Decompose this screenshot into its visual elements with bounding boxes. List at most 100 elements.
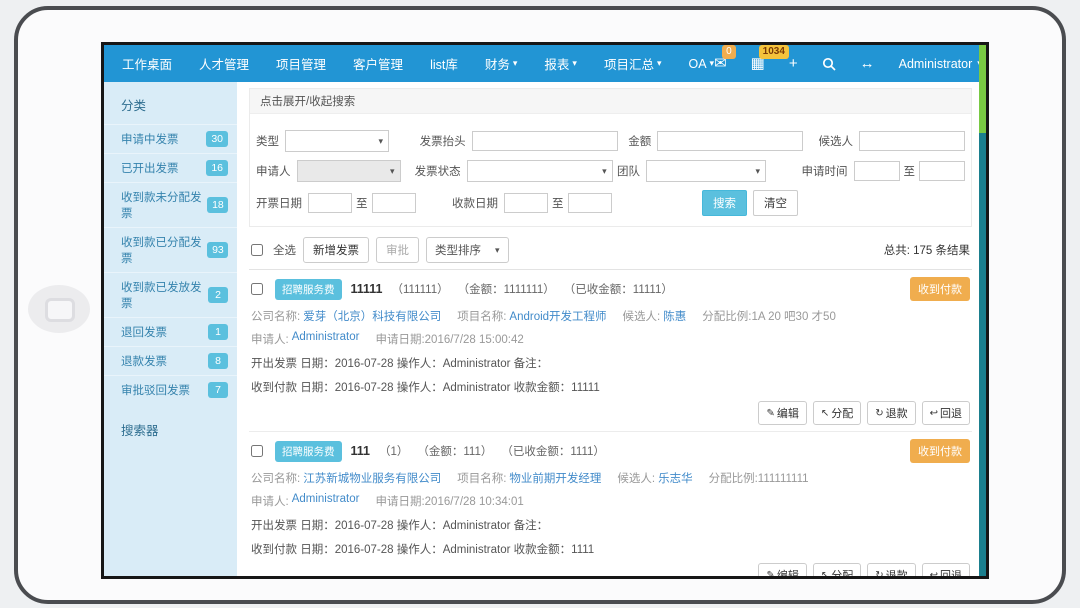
project-link[interactable]: Android开发工程师 [509, 308, 606, 324]
ratio-text: 分配比例:1A 20 吧30 才50 [702, 308, 836, 324]
sidebar-item-rejected[interactable]: 审批驳回发票7 [104, 375, 237, 404]
nav-item-project-summary[interactable]: 项目汇总▾ [604, 54, 662, 73]
apply-time-to-input[interactable] [919, 161, 965, 181]
candidate-link[interactable]: 乐志华 [658, 470, 693, 486]
plus-icon[interactable]: + [789, 56, 798, 71]
candidate-label: 候选人 [819, 133, 854, 149]
company-label: 公司名称: [251, 470, 300, 486]
approve-button[interactable]: 审批 [376, 237, 419, 263]
refund-button[interactable]: ↻退款 [867, 563, 915, 576]
search-toggle-bar[interactable]: 点击展开/收起搜索 [250, 89, 971, 114]
clear-button[interactable]: 清空 [753, 190, 798, 216]
sort-select[interactable]: 类型排序▾ [426, 237, 509, 263]
calculator-icon[interactable]: ▦1034 [751, 56, 765, 71]
apply-date: 申请日期:2016/7/28 10:34:01 [375, 493, 523, 509]
apply-time-from-input[interactable] [854, 161, 900, 181]
search-form: 类型▾ 发票抬头 金额 候选人 申请人▾ 发票状态▾ 团队▾ 申请时间至 [250, 114, 971, 226]
allocate-arrow-icon: ↖ [821, 408, 829, 419]
company-link[interactable]: 江苏新城物业服务有限公司 [303, 470, 441, 486]
row-checkbox[interactable] [251, 445, 263, 457]
nav-item-customer[interactable]: 客户管理 [353, 54, 403, 73]
new-invoice-button[interactable]: 新增发票 [303, 237, 369, 263]
rollback-button[interactable]: ↩回退 [922, 563, 970, 576]
nav-item-talent[interactable]: 人才管理 [199, 54, 249, 73]
invoice-received: （已收金额：11111） [564, 281, 673, 297]
amount-label: 金额 [628, 133, 651, 149]
edit-button[interactable]: ✎编辑 [758, 563, 806, 576]
nav-item-oa[interactable]: OA▾ [688, 57, 714, 71]
applicant-link[interactable]: Administrator [292, 493, 360, 509]
search-button[interactable]: 搜索 [702, 190, 747, 216]
team-select[interactable]: ▾ [646, 160, 766, 182]
invoice-card: 招聘服务费 11111 （111111） （金额：1111111） （已收金额：… [249, 270, 972, 432]
candidate-input[interactable] [859, 131, 965, 151]
user-menu[interactable]: Administrator▾ [899, 57, 982, 71]
company-label: 公司名称: [251, 308, 300, 324]
sidebar: 分类 申请中发票30 已开出发票16 收到款未分配发票18 收到款已分配发票93… [104, 82, 237, 576]
calculator-badge: 1034 [759, 45, 789, 59]
invoice-title-input[interactable] [472, 131, 618, 151]
ratio-text: 分配比例:111111111 [709, 470, 809, 486]
issue-date-from-input[interactable] [308, 193, 352, 213]
edit-button[interactable]: ✎编辑 [758, 401, 806, 425]
applicant-label: 申请人 [256, 163, 291, 179]
mail-icon[interactable]: ✉0 [714, 56, 727, 71]
issue-line: 开出发票 日期：2016-07-28 操作人：Administrator 备注： [251, 517, 970, 533]
receive-date-from-input[interactable] [504, 193, 548, 213]
apply-time-label: 申请时间 [802, 163, 848, 179]
nav-item-reports[interactable]: 报表▾ [544, 54, 577, 73]
nav-item-project[interactable]: 项目管理 [276, 54, 326, 73]
status-badge: 收到付款 [910, 277, 970, 301]
issue-date-label: 开票日期 [256, 195, 302, 211]
nav-item-finance[interactable]: 财务▾ [485, 54, 518, 73]
project-label: 项目名称: [457, 470, 506, 486]
company-link[interactable]: 爱芽（北京）科技有限公司 [303, 308, 441, 324]
search-icon[interactable] [822, 56, 836, 71]
project-label: 项目名称: [457, 308, 506, 324]
allocate-button[interactable]: ↖分配 [813, 563, 861, 576]
sidebar-item-received-distributed[interactable]: 收到款已发放发票2 [104, 272, 237, 317]
amount-input[interactable] [657, 131, 803, 151]
allocate-button[interactable]: ↖分配 [813, 401, 861, 425]
count-badge: 30 [206, 131, 228, 147]
candidate-label: 候选人: [623, 308, 661, 324]
sidebar-search-title: 搜索器 [104, 404, 237, 447]
invoice-amount: （金额：1111111） [458, 281, 555, 297]
to-label: 至 [904, 163, 916, 179]
count-badge: 7 [208, 382, 228, 398]
type-select[interactable]: ▾ [285, 130, 389, 152]
scrollbar-thumb[interactable] [979, 45, 986, 133]
sidebar-item-applying[interactable]: 申请中发票30 [104, 124, 237, 153]
sidebar-item-received-allocated[interactable]: 收到款已分配发票93 [104, 227, 237, 272]
scrollbar[interactable] [979, 45, 986, 576]
invoice-type-tag: 招聘服务费 [275, 279, 342, 300]
sidebar-item-received-unallocated[interactable]: 收到款未分配发票18 [104, 182, 237, 227]
receive-date-label: 收款日期 [452, 195, 498, 211]
select-all-checkbox[interactable] [251, 244, 263, 256]
project-link[interactable]: 物业前期开发经理 [509, 470, 601, 486]
count-badge: 16 [206, 160, 228, 176]
nav-item-workdesk[interactable]: 工作桌面 [122, 54, 172, 73]
issue-date-to-input[interactable] [372, 193, 416, 213]
main-menu: 工作桌面 人才管理 项目管理 客户管理 list库 财务▾ 报表▾ 项目汇总▾ … [122, 54, 714, 73]
tablet-home-button[interactable] [28, 285, 90, 333]
candidate-link[interactable]: 陈惠 [663, 308, 686, 324]
nav-item-list[interactable]: list库 [430, 54, 458, 73]
applicant-link[interactable]: Administrator [292, 331, 360, 347]
swap-arrows-icon[interactable]: ↔ [860, 56, 875, 71]
refund-button[interactable]: ↻退款 [867, 401, 915, 425]
row-checkbox[interactable] [251, 283, 263, 295]
sidebar-item-refund[interactable]: 退款发票8 [104, 346, 237, 375]
status-badge: 收到付款 [910, 439, 970, 463]
navbar-right: ✉0 ▦1034 + ↔ Administrator▾ [714, 56, 982, 71]
invoice-status-select[interactable]: ▾ [467, 160, 613, 182]
applicant-select[interactable]: ▾ [297, 160, 401, 182]
rollback-button[interactable]: ↩回退 [922, 401, 970, 425]
invoice-code: （111111） [392, 281, 449, 297]
app-window: 工作桌面 人才管理 项目管理 客户管理 list库 财务▾ 报表▾ 项目汇总▾ … [101, 42, 989, 579]
sidebar-item-issued[interactable]: 已开出发票16 [104, 153, 237, 182]
payment-line: 收到付款 日期：2016-07-28 操作人：Administrator 收款金… [251, 541, 970, 557]
receive-date-to-input[interactable] [568, 193, 612, 213]
main-content: 点击展开/收起搜索 类型▾ 发票抬头 金额 候选人 申请人▾ 发票状态▾ 团队▾ [237, 82, 986, 576]
sidebar-item-returned[interactable]: 退回发票1 [104, 317, 237, 346]
